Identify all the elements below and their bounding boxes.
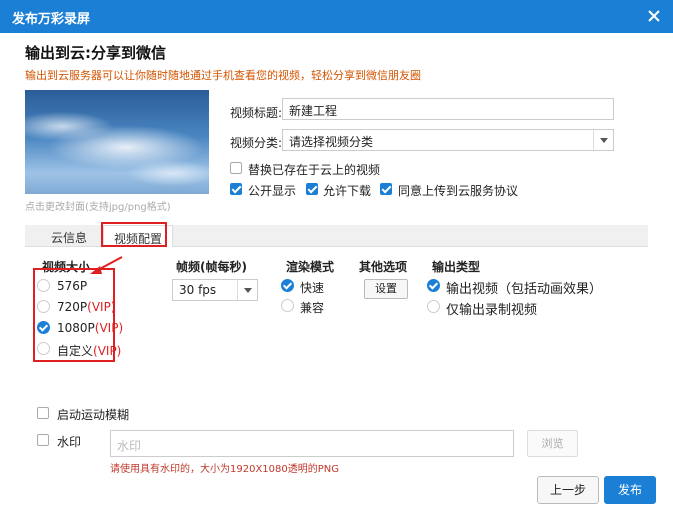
- tab-cloud-info[interactable]: 云信息: [41, 225, 97, 247]
- window-title: 发布万彩录屏: [12, 12, 91, 27]
- watermark-input[interactable]: 水印: [110, 430, 514, 457]
- watermark-label: 水印: [57, 435, 82, 449]
- agree-label[interactable]: 同意上传到云服务协议: [398, 182, 518, 199]
- public-checkbox[interactable]: [230, 183, 242, 195]
- category-label: 视频分类:: [230, 136, 283, 150]
- frame-rate-title: 帧频(帧每秒): [176, 260, 247, 274]
- page-subtitle: 输出到云服务器可以让你随时随地通过手机查看您的视频，轻松分享到微信朋友圈: [25, 69, 421, 82]
- title-label: 视频标题:: [230, 106, 283, 120]
- watermark-checkbox[interactable]: [37, 434, 49, 446]
- motion-blur-checkbox[interactable]: [37, 407, 49, 419]
- output-label-recording: 仅输出录制视频: [446, 303, 538, 318]
- browse-button[interactable]: 浏览: [527, 430, 578, 457]
- replace-checkbox[interactable]: [230, 162, 242, 174]
- public-label: 公开显示: [248, 184, 297, 198]
- page-heading: 输出到云:分享到微信: [25, 44, 166, 62]
- prev-button[interactable]: 上一步: [537, 476, 599, 504]
- replace-label: 替换已存在于云上的视频: [248, 163, 381, 177]
- output-radio-full[interactable]: [427, 279, 440, 292]
- title-input[interactable]: 新建工程: [282, 98, 614, 120]
- render-label-compat: 兼容: [300, 301, 325, 315]
- agree-checkbox[interactable]: [380, 183, 392, 195]
- size-radio-1080p[interactable]: [37, 321, 50, 334]
- output-type-title: 输出类型: [432, 260, 481, 274]
- chevron-down-icon: [593, 130, 613, 150]
- size-radio-custom[interactable]: [37, 342, 50, 355]
- download-label: 允许下载: [323, 184, 372, 198]
- output-label-full: 输出视频（包括动画效果）: [446, 282, 603, 297]
- frame-rate-select[interactable]: 30 fps: [172, 279, 258, 301]
- watermark-hint: 请使用具有水印的，大小为1920X1080透明的PNG: [110, 464, 340, 475]
- category-value: 请选择视频分类: [289, 135, 374, 149]
- cover-image[interactable]: [25, 90, 209, 194]
- size-radio-576p[interactable]: [37, 279, 50, 292]
- tab-annotation-box: [101, 222, 167, 247]
- output-radio-recording[interactable]: [427, 300, 440, 313]
- publish-button[interactable]: 发布: [604, 476, 656, 504]
- size-radio-720p[interactable]: [37, 300, 50, 313]
- download-checkbox[interactable]: [306, 183, 318, 195]
- frame-rate-value: 30 fps: [179, 283, 217, 297]
- render-radio-fast[interactable]: [281, 279, 294, 292]
- size-label-720p: 720P(VIP): [57, 300, 116, 314]
- chevron-down-icon: [237, 280, 257, 300]
- close-icon[interactable]: [645, 7, 663, 25]
- category-select[interactable]: 请选择视频分类: [282, 129, 614, 151]
- size-label-custom: 自定义(VIP): [57, 344, 122, 358]
- other-options-title: 其他选项: [359, 260, 408, 274]
- size-label-1080p: 1080P(VIP): [57, 321, 124, 335]
- render-mode-title: 渲染模式: [286, 260, 335, 274]
- title-bar: 发布万彩录屏: [0, 0, 673, 33]
- size-label-576p: 576P: [57, 279, 88, 293]
- motion-blur-label: 启动运动模糊: [57, 408, 130, 422]
- render-radio-compat[interactable]: [281, 299, 294, 312]
- cover-hint[interactable]: 点击更改封面(支持jpg/png格式): [25, 198, 171, 213]
- settings-button[interactable]: 设置: [364, 279, 408, 299]
- render-label-fast: 快速: [300, 281, 325, 295]
